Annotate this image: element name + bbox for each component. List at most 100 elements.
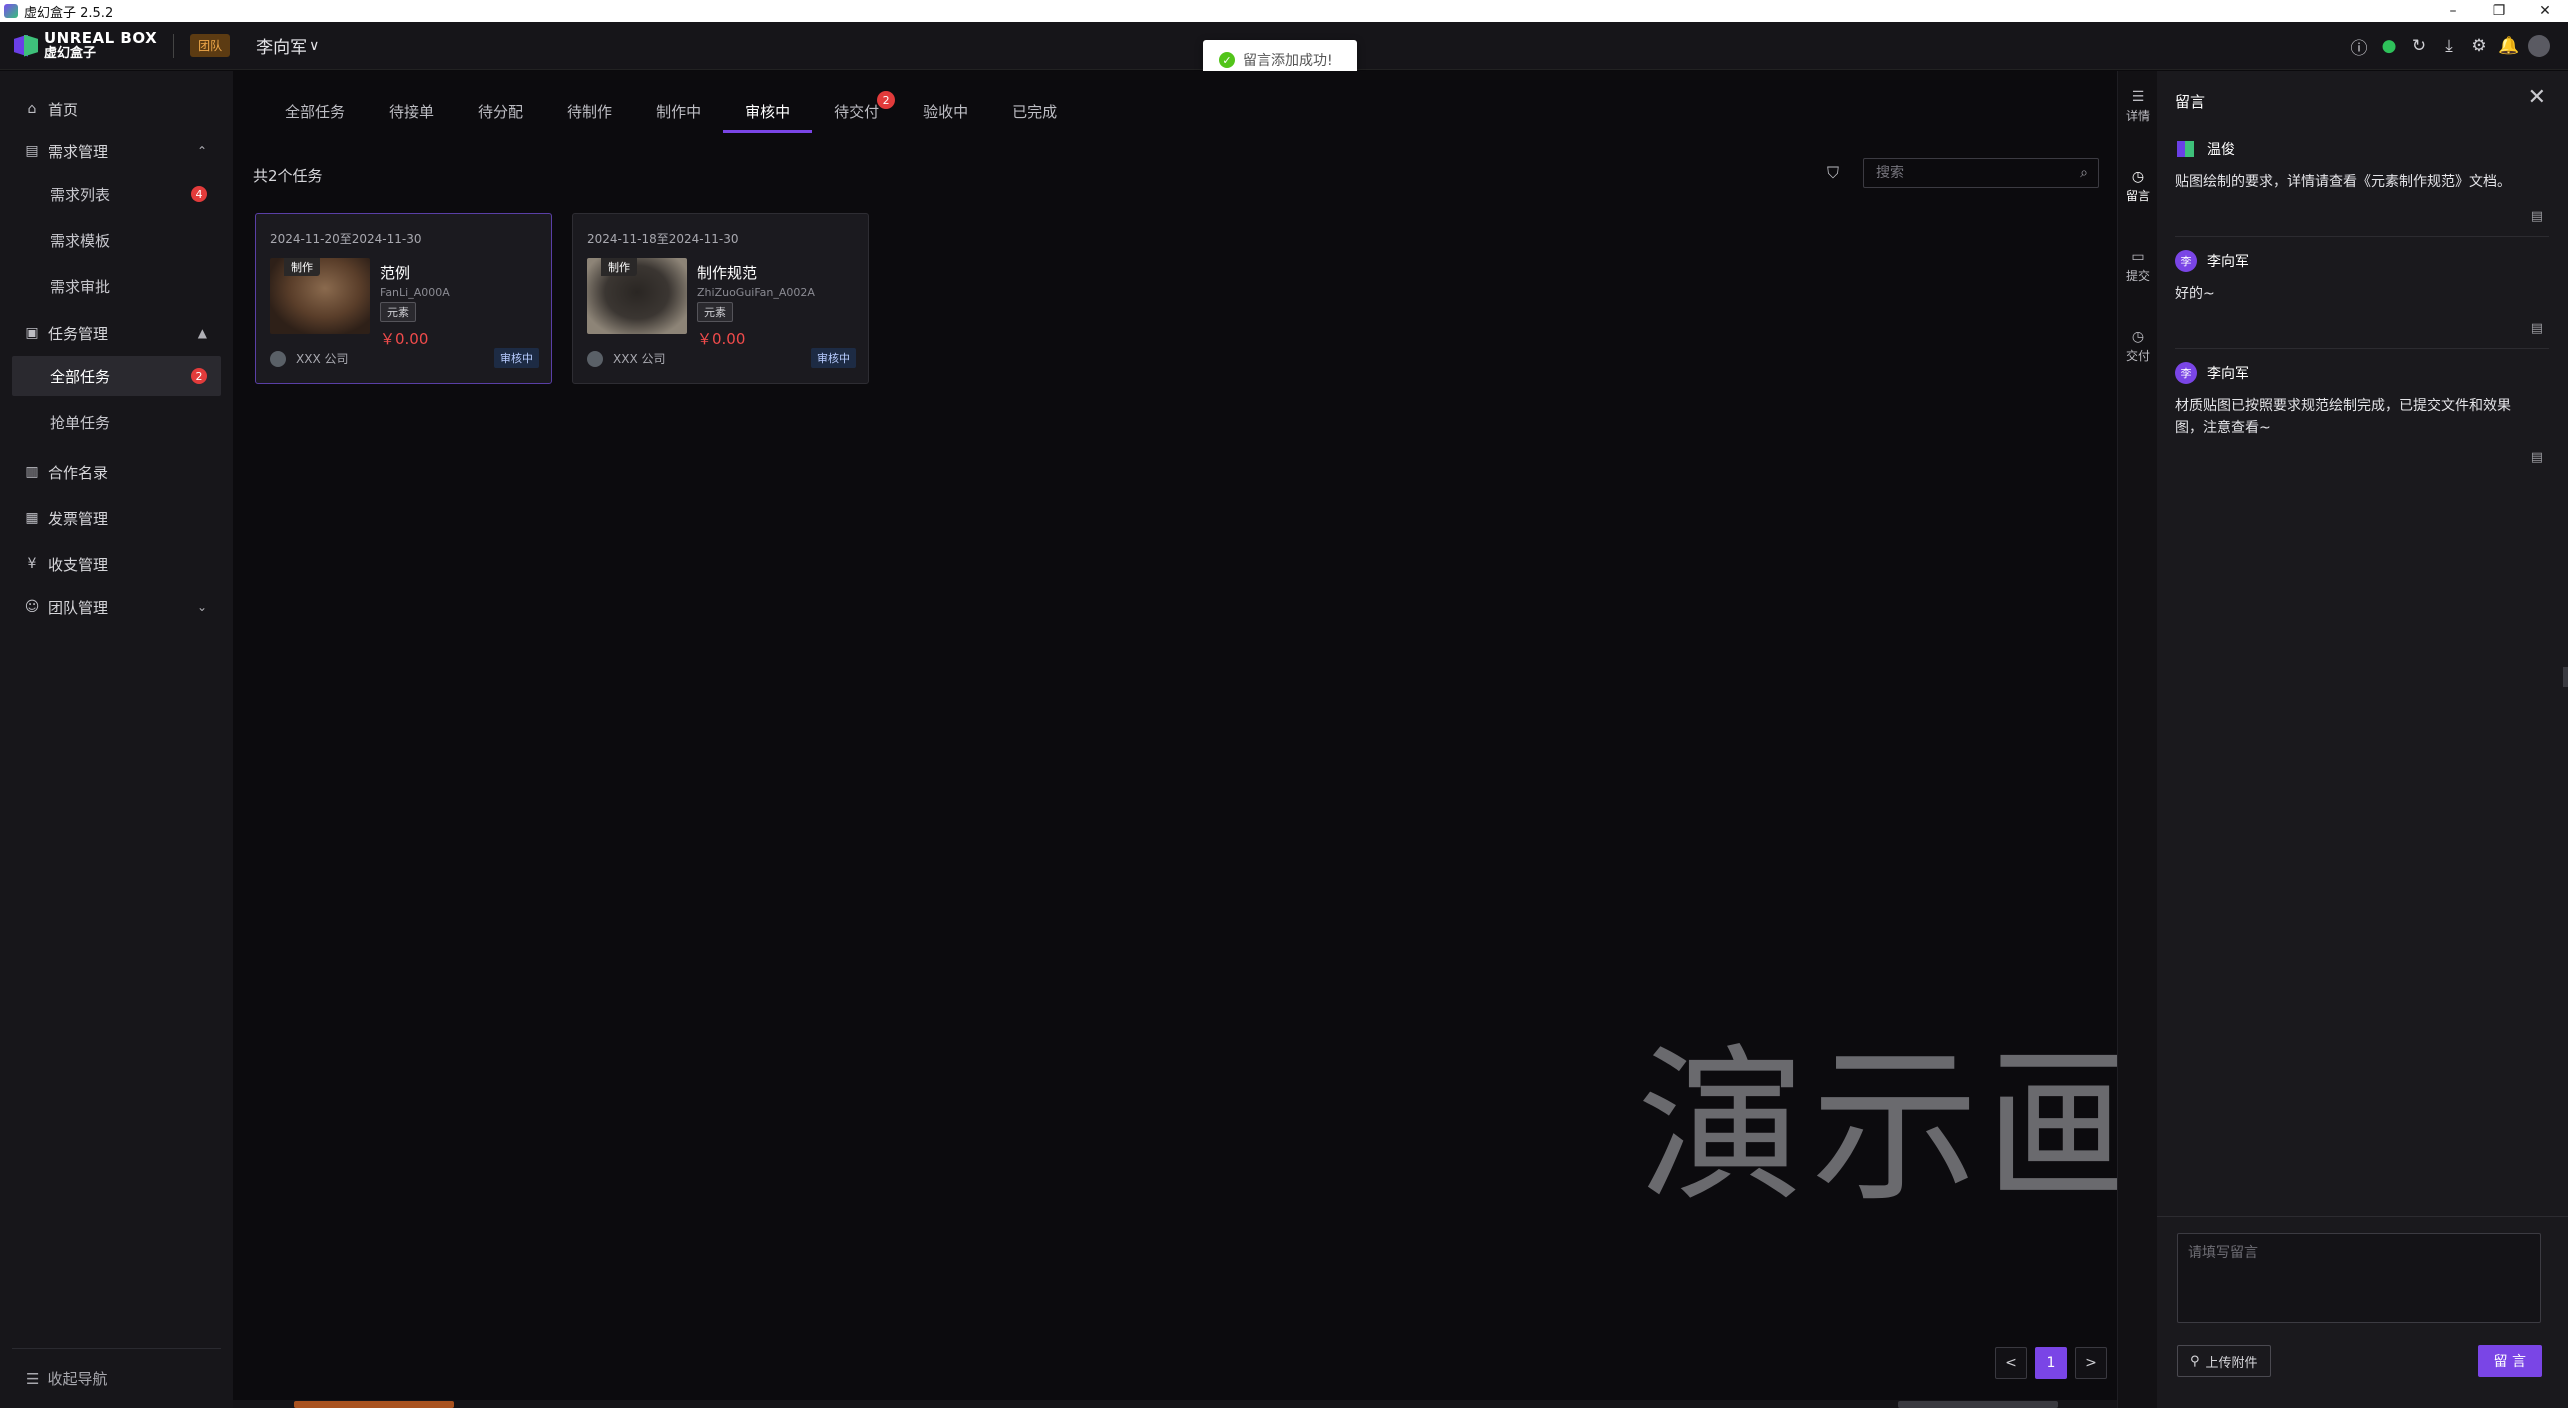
status-ok-icon[interactable]: ● <box>2374 31 2404 61</box>
comment-author: 李 李向军 <box>2175 361 2549 385</box>
app-icon <box>4 4 18 18</box>
sidebar-item-home[interactable]: ⌂ 首页 <box>12 89 221 129</box>
sidebar-item-task-management[interactable]: ▣ 任务管理 ▲ <box>12 313 221 353</box>
scrollbar-thumb[interactable] <box>1898 1401 2058 1408</box>
count-badge: 4 <box>191 186 207 202</box>
task-code: ZhiZuoGuiFan_A002A <box>697 286 815 299</box>
filter-icon[interactable]: ⛉ <box>1827 163 1839 183</box>
window-titlebar: 虚幻盒子 2.5.2 – ❐ ✕ <box>0 0 2568 22</box>
search-icon[interactable]: ⌕ <box>2080 165 2088 181</box>
tab-all[interactable]: 全部任务 <box>263 89 367 133</box>
sidebar-item-team-management[interactable]: ☺ 团队管理 ⌄ <box>12 587 221 627</box>
scrollbar-thumb[interactable] <box>294 1401 454 1408</box>
rail-item-delivery[interactable]: ◷ 交付 <box>2118 321 2158 371</box>
sidebar-item-label: 需求管理 <box>48 142 109 161</box>
sidebar-item-demand-list[interactable]: 需求列表 4 <box>12 174 221 214</box>
author-name: 李向军 <box>2207 254 2249 270</box>
tab-pending-delivery[interactable]: 待交付 2 <box>812 89 901 133</box>
sidebar-item-demand-management[interactable]: ▤ 需求管理 ⌃ <box>12 131 221 171</box>
status-badge: 审核中 <box>811 348 856 368</box>
author-name: 温俊 <box>2207 142 2235 158</box>
tab-label: 待交付 <box>834 102 880 121</box>
upload-label: 上传附件 <box>2205 1355 2258 1371</box>
task-count: 共2个任务 <box>253 167 323 185</box>
tab-in-production[interactable]: 制作中 <box>634 89 723 133</box>
rail-item-label: 提交 <box>2125 268 2150 283</box>
sidebar-item-demand-template[interactable]: 需求模板 <box>12 220 221 260</box>
task-name: 范例 <box>380 264 411 282</box>
task-status-tabs: 全部任务 待接单 待分配 待制作 制作中 审核中 待交付 2 验收中 已完成 <box>263 89 1079 133</box>
page-button-current[interactable]: 1 <box>2035 1347 2067 1379</box>
sidebar-item-invoices[interactable]: ▦ 发票管理 <box>12 498 221 538</box>
tab-pending-production[interactable]: 待制作 <box>545 89 634 133</box>
task-date-range: 2024-11-20至2024-11-30 <box>270 232 422 246</box>
tab-in-review[interactable]: 审核中 <box>723 89 813 133</box>
menu-fold-icon: ☰ <box>26 1369 40 1388</box>
task-thumbnail: 制作 <box>270 258 370 334</box>
rail-item-submit[interactable]: ▭ 提交 <box>2118 241 2158 291</box>
chevron-up-icon: ▲ <box>197 326 207 340</box>
comment-item: 李 李向军 好的~ ▤ <box>2175 249 2549 349</box>
sidebar-item-label: 需求列表 <box>50 185 111 204</box>
sidebar-item-finance[interactable]: ¥ 收支管理 <box>12 544 221 584</box>
tab-label: 待接单 <box>389 102 435 121</box>
rail-item-details[interactable]: ☰ 详情 <box>2118 81 2158 131</box>
sidebar-item-partners[interactable]: ▥ 合作名录 <box>12 452 221 492</box>
reply-icon[interactable]: ▤ <box>2531 321 2543 336</box>
count-badge: 2 <box>877 91 896 109</box>
sidebar-item-demand-approval[interactable]: 需求审批 <box>12 266 221 306</box>
invoice-icon: ▦ <box>25 510 39 526</box>
comment-item: 温俊 贴图绘制的要求，详情请查看《元素制作规范》文档。 ▤ <box>2175 137 2549 237</box>
sidebar-item-label: 需求审批 <box>50 277 111 296</box>
sidebar-item-label: 首页 <box>48 100 79 119</box>
tab-in-acceptance[interactable]: 验收中 <box>901 89 990 133</box>
task-card[interactable]: 2024-11-18至2024-11-30 制作 制作规范 ZhiZuoGuiF… <box>572 213 869 384</box>
restore-button[interactable]: ❐ <box>2476 0 2522 22</box>
reply-icon[interactable]: ▤ <box>2531 450 2543 465</box>
comment-input[interactable] <box>2177 1233 2541 1323</box>
settings-icon[interactable]: ⚙ <box>2464 31 2494 61</box>
reply-icon[interactable]: ▤ <box>2531 209 2543 224</box>
minimize-button[interactable]: – <box>2430 0 2476 22</box>
tab-completed[interactable]: 已完成 <box>990 89 1079 133</box>
tab-label: 审核中 <box>745 102 791 121</box>
comment-text: 贴图绘制的要求，详情请查看《元素制作规范》文档。 <box>2175 174 2511 190</box>
avatar: 李 <box>2175 250 2197 272</box>
sidebar-item-all-tasks[interactable]: 全部任务 2 <box>12 356 221 396</box>
rail-item-comments[interactable]: ◷ 留言 <box>2118 161 2158 211</box>
horizontal-scrollbar[interactable] <box>233 1400 2117 1408</box>
close-window-button[interactable]: ✕ <box>2522 0 2568 22</box>
sidebar-item-grab-tasks[interactable]: 抢单任务 <box>12 402 221 442</box>
submit-comment-button[interactable]: 留 言 <box>2477 1345 2542 1377</box>
company-name: XXX 公司 <box>296 352 349 366</box>
user-switcher[interactable]: 李向军 ∨ <box>256 33 320 59</box>
team-badge: 团队 <box>190 34 231 57</box>
download-icon[interactable]: ⤓ <box>2434 31 2464 61</box>
author-name: 李向军 <box>2207 366 2249 382</box>
next-page-button[interactable]: > <box>2075 1347 2107 1379</box>
user-avatar[interactable] <box>2524 31 2554 61</box>
tab-pending-accept[interactable]: 待接单 <box>367 89 456 133</box>
table-icon: ▤ <box>25 143 39 159</box>
chevron-down-icon: ∨ <box>309 37 320 54</box>
close-icon[interactable]: ✕ <box>2528 85 2546 110</box>
sidebar-item-label: 需求模板 <box>50 231 111 250</box>
header-toolbar: ⓘ ● ↻ ⤓ ⚙ 🔔 <box>2344 22 2554 70</box>
refresh-icon[interactable]: ↻ <box>2404 31 2434 61</box>
prev-page-button[interactable]: < <box>1995 1347 2027 1379</box>
home-icon: ⌂ <box>27 101 37 117</box>
search-input[interactable] <box>1864 165 2064 181</box>
help-icon[interactable]: ⓘ <box>2344 31 2374 61</box>
main-content: 全部任务 待接单 待分配 待制作 制作中 审核中 待交付 2 验收中 已完成 共… <box>233 71 2327 1408</box>
bell-icon[interactable]: 🔔 <box>2494 31 2524 61</box>
comment-author: 温俊 <box>2175 137 2549 161</box>
tab-pending-assign[interactable]: 待分配 <box>456 89 545 133</box>
clipboard-icon: ▣ <box>25 325 39 341</box>
company-name: XXX 公司 <box>613 352 666 366</box>
collapse-nav-button[interactable]: ☰ 收起导航 <box>12 1348 221 1408</box>
toast-message: 留言添加成功! <box>1243 53 1333 69</box>
upload-attachment-button[interactable]: ⚲ 上传附件 <box>2177 1345 2271 1377</box>
vertical-scrollbar[interactable] <box>2563 667 2568 687</box>
book-icon: ▥ <box>25 464 39 480</box>
task-card[interactable]: 2024-11-20至2024-11-30 制作 范例 FanLi_A000A … <box>255 213 552 384</box>
